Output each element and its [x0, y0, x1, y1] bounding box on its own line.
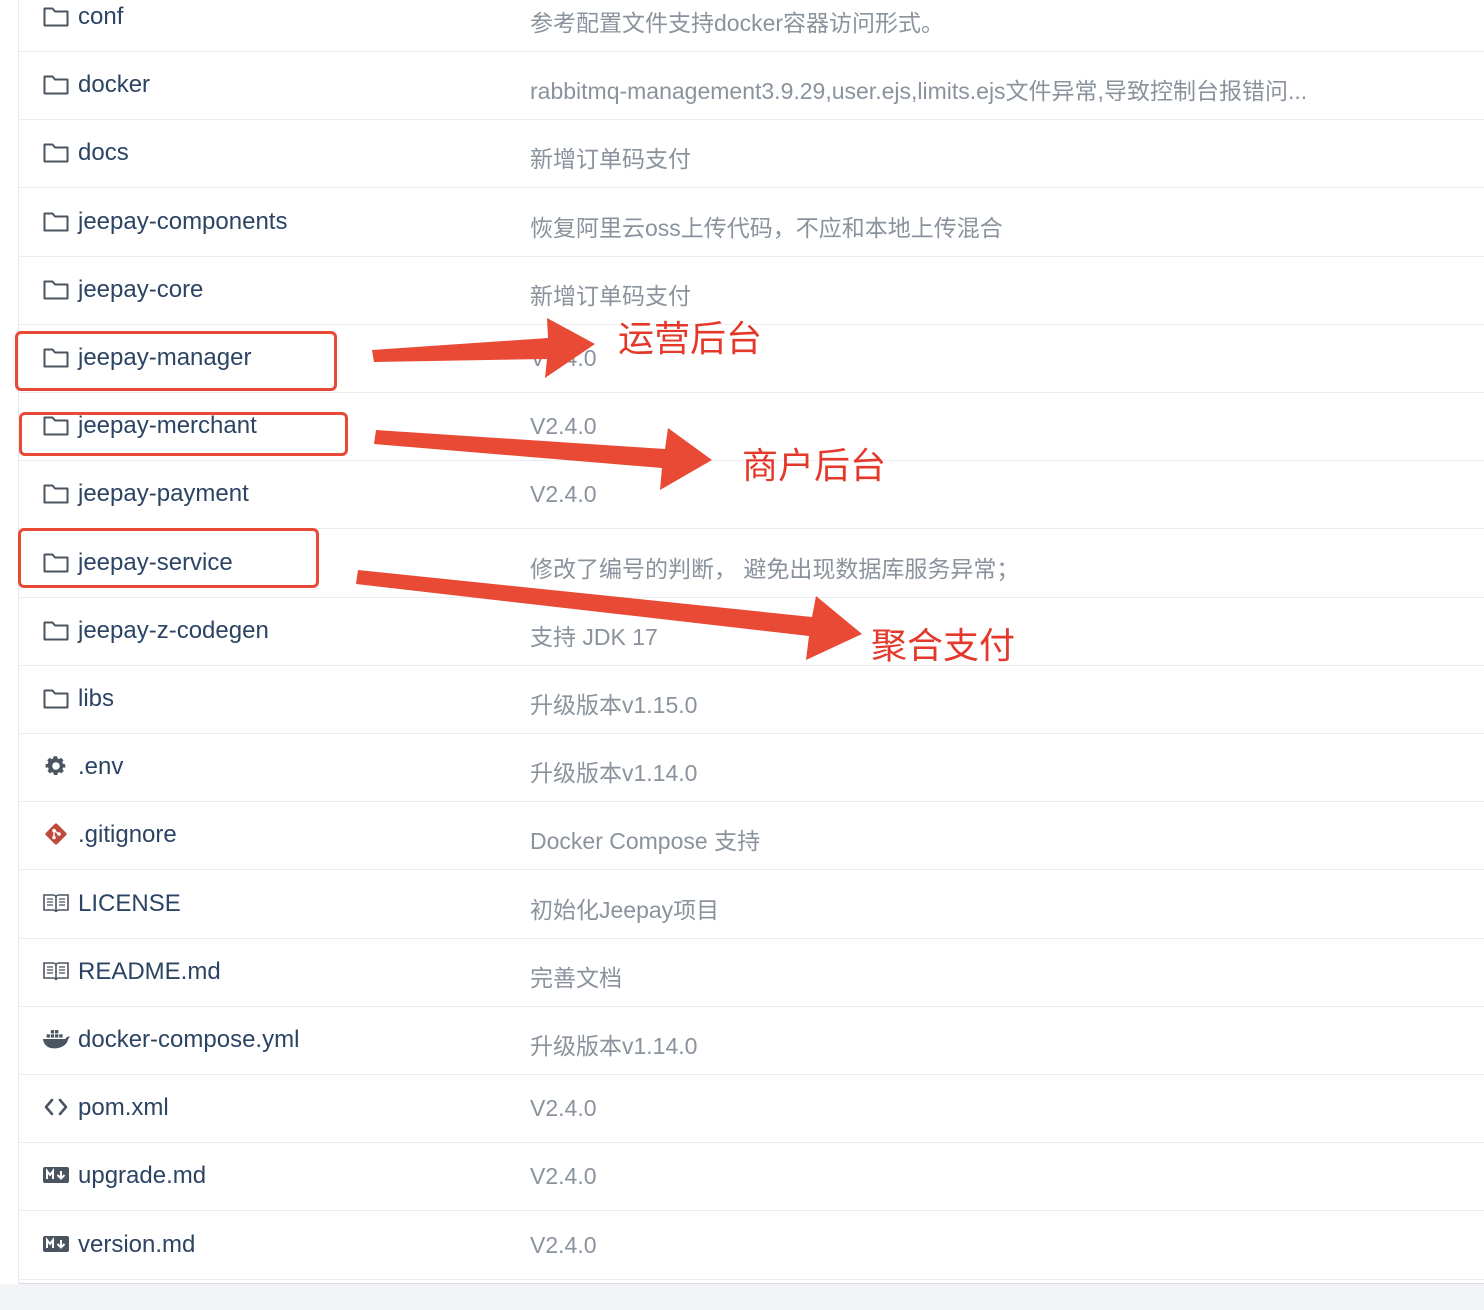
- file-name-link[interactable]: jeepay-core: [78, 276, 203, 304]
- folder-icon: [41, 138, 71, 166]
- commit-message[interactable]: 初始化Jeepay项目: [530, 891, 1430, 925]
- file-row[interactable]: docker-compose.yml 升级版本v1.14.0: [19, 1007, 1484, 1075]
- file-name-link[interactable]: pom.xml: [78, 1094, 169, 1122]
- file-row[interactable]: version.md V2.4.0: [19, 1212, 1484, 1280]
- folder-icon: [41, 684, 71, 712]
- markdown-icon: [41, 1230, 71, 1258]
- folder-icon: [41, 207, 71, 235]
- file-name-link[interactable]: conf: [78, 3, 123, 31]
- file-name-link[interactable]: docs: [78, 139, 129, 167]
- gear-icon: [41, 752, 71, 780]
- folder-icon: [41, 275, 71, 303]
- file-name-link[interactable]: README.md: [78, 958, 221, 986]
- docker-icon: [41, 1025, 71, 1053]
- file-row[interactable]: libs 升级版本v1.15.0: [19, 666, 1484, 734]
- annotation-box-manager: [15, 331, 337, 391]
- file-row[interactable]: .gitignore Docker Compose 支持: [19, 802, 1484, 871]
- commit-message[interactable]: V2.4.0: [530, 1095, 1430, 1122]
- book-icon: [41, 889, 71, 917]
- commit-message[interactable]: 升级版本v1.15.0: [530, 686, 1430, 720]
- commit-message[interactable]: Docker Compose 支持: [530, 822, 1430, 856]
- commit-message[interactable]: 完善文档: [530, 959, 1430, 993]
- file-row[interactable]: docker rabbitmq-management3.9.29,user.ejs…: [19, 52, 1484, 121]
- file-name-link[interactable]: libs: [78, 685, 114, 713]
- file-row[interactable]: docs 新增订单码支付: [19, 120, 1484, 189]
- annotation-box-service: [18, 528, 319, 588]
- commit-message[interactable]: rabbitmq-management3.9.29,user.ejs,limit…: [530, 72, 1430, 106]
- commit-message[interactable]: V2.4.0: [530, 413, 1430, 440]
- commit-message[interactable]: V2.4.0: [530, 481, 1430, 508]
- markdown-icon: [41, 1161, 71, 1189]
- commit-message[interactable]: 新增订单码支付: [530, 140, 1430, 174]
- file-name-link[interactable]: upgrade.md: [78, 1162, 206, 1190]
- annotation-label-merchant: 商户后台: [742, 446, 887, 487]
- folder-icon: [41, 479, 71, 507]
- folder-icon: [41, 70, 71, 98]
- folder-icon: [41, 616, 71, 644]
- file-row[interactable]: jeepay-z-codegen 支持 JDK 17: [19, 598, 1484, 666]
- code-icon: [41, 1093, 71, 1121]
- annotation-box-merchant: [19, 412, 348, 456]
- file-row[interactable]: README.md 完善文档: [19, 939, 1484, 1007]
- commit-message[interactable]: 升级版本v1.14.0: [530, 754, 1430, 788]
- folder-icon: [41, 2, 71, 30]
- commit-message[interactable]: 升级版本v1.14.0: [530, 1027, 1430, 1061]
- commit-message[interactable]: 修改了编号的判断， 避免出现数据库服务异常；: [530, 550, 1430, 584]
- annotation-label-manager: 运营后台: [618, 319, 763, 360]
- annotation-label-service: 聚合支付: [871, 626, 1016, 667]
- file-row[interactable]: .env 升级版本v1.14.0: [19, 734, 1484, 803]
- file-row[interactable]: conf 参考配置文件支持docker容器访问形式。: [19, 0, 1484, 52]
- file-name-link[interactable]: jeepay-payment: [78, 480, 249, 508]
- commit-message[interactable]: 新增订单码支付: [530, 277, 1430, 311]
- bottom-strip: [0, 1284, 1484, 1310]
- commit-message[interactable]: 参考配置文件支持docker容器访问形式。: [530, 4, 1430, 38]
- file-name-link[interactable]: docker-compose.yml: [78, 1026, 299, 1054]
- file-name-link[interactable]: .gitignore: [78, 821, 177, 849]
- file-name-link[interactable]: jeepay-components: [78, 208, 287, 236]
- file-name-link[interactable]: LICENSE: [78, 890, 181, 918]
- file-name-link[interactable]: jeepay-z-codegen: [78, 617, 269, 645]
- file-row[interactable]: jeepay-components 恢复阿里云oss上传代码，不应和本地上传混合: [19, 189, 1484, 257]
- commit-message[interactable]: 恢复阿里云oss上传代码，不应和本地上传混合: [530, 209, 1430, 243]
- file-list: conf 参考配置文件支持docker容器访问形式。 docker rabbitmq-…: [18, 0, 1484, 1284]
- file-name-link[interactable]: version.md: [78, 1231, 195, 1259]
- file-name-link[interactable]: .env: [78, 753, 123, 781]
- file-row[interactable]: LICENSE 初始化Jeepay项目: [19, 871, 1484, 939]
- commit-message[interactable]: V2.4.0: [530, 1232, 1430, 1259]
- file-row[interactable]: upgrade.md V2.4.0: [19, 1143, 1484, 1212]
- commit-message[interactable]: V2.4.0: [530, 1163, 1430, 1190]
- file-row[interactable]: pom.xml V2.4.0: [19, 1075, 1484, 1144]
- git-icon: [41, 820, 71, 848]
- file-name-link[interactable]: docker: [78, 71, 150, 99]
- book-icon: [41, 957, 71, 985]
